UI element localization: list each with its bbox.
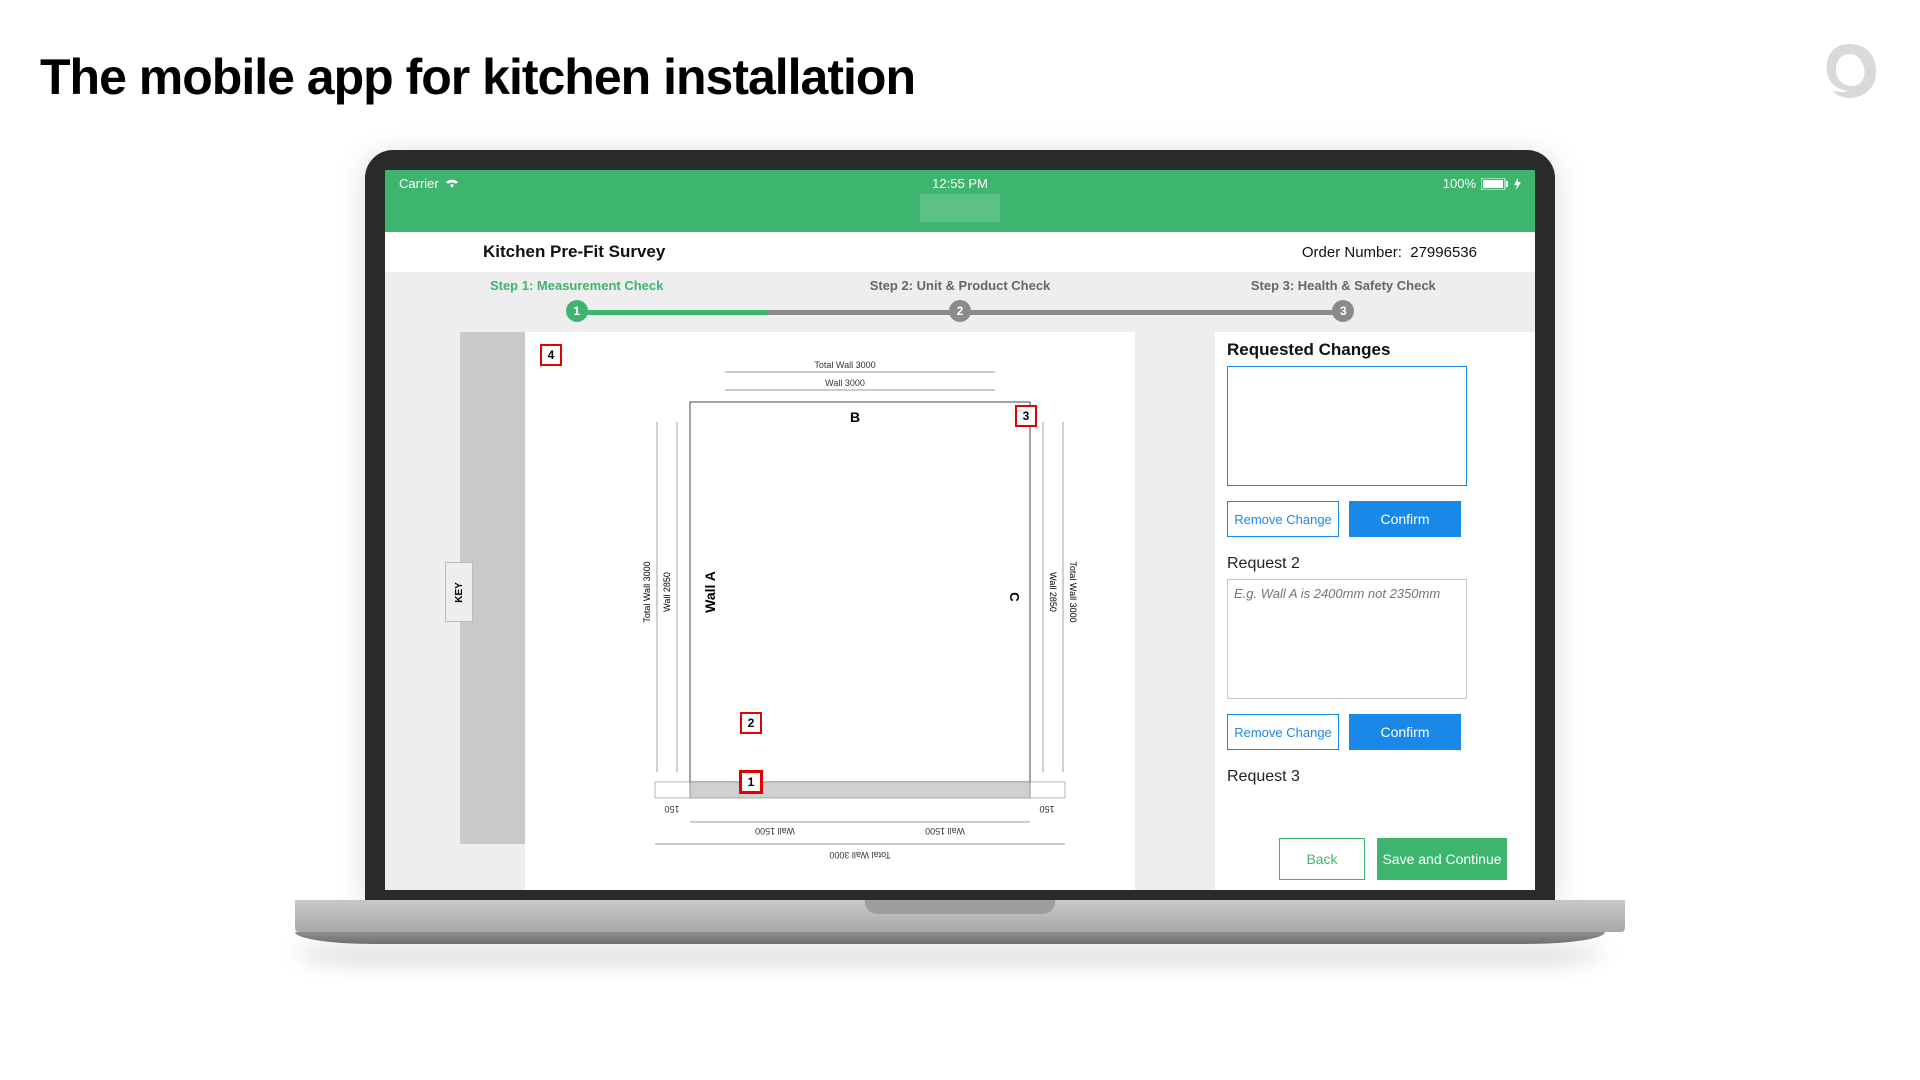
svg-text:150: 150: [664, 804, 679, 814]
content-area: KEY Total Wall 3000 Wall 3000 B Total Wa…: [385, 332, 1535, 890]
order-label: Order Number:: [1302, 244, 1402, 261]
request-2-textarea[interactable]: [1227, 579, 1467, 699]
slide-title: The mobile app for kitchen installation: [40, 48, 915, 106]
svg-text:Wall 1500: Wall 1500: [755, 826, 795, 836]
svg-text:Total Wall 3000: Total Wall 3000: [814, 360, 875, 370]
step-2[interactable]: Step 2: Unit & Product Check 2: [768, 272, 1151, 332]
marker-1[interactable]: 1: [739, 770, 763, 794]
marker-4[interactable]: 4: [540, 344, 562, 366]
svg-text:Total Wall 3000: Total Wall 3000: [642, 561, 652, 622]
step-1[interactable]: Step 1: Measurement Check 1: [385, 272, 768, 332]
carrier-label: Carrier: [399, 176, 439, 191]
side-panel: Requested Changes Remove Change Confirm …: [1215, 332, 1535, 890]
status-time: 12:55 PM: [932, 176, 988, 191]
bolt-icon: [1514, 178, 1521, 190]
battery-label: 100%: [1443, 176, 1476, 191]
leaf-icon: [1814, 36, 1884, 106]
save-continue-button[interactable]: Save and Continue: [1377, 838, 1507, 880]
floor-plan[interactable]: Total Wall 3000 Wall 3000 B Total Wall 3…: [525, 332, 1135, 890]
request-3-label: Request 3: [1227, 768, 1507, 786]
svg-text:C: C: [1007, 592, 1022, 602]
page-title: Kitchen Pre-Fit Survey: [483, 242, 665, 262]
svg-text:Wall A: Wall A: [702, 571, 718, 613]
back-button[interactable]: Back: [1279, 838, 1365, 880]
key-tab[interactable]: KEY: [445, 562, 473, 622]
marker-3[interactable]: 3: [1015, 405, 1037, 427]
remove-change-2-button[interactable]: Remove Change: [1227, 714, 1339, 750]
svg-text:Wall 1500: Wall 1500: [925, 826, 965, 836]
svg-text:150: 150: [1039, 804, 1054, 814]
marker-2[interactable]: 2: [740, 712, 762, 734]
titlebar: Kitchen Pre-Fit Survey Order Number: 279…: [385, 232, 1535, 272]
remove-change-1-button[interactable]: Remove Change: [1227, 501, 1339, 537]
svg-text:B: B: [850, 409, 860, 425]
steps-row: Step 1: Measurement Check 1 Step 2: Unit…: [385, 272, 1535, 332]
svg-text:Wall 3000: Wall 3000: [825, 378, 865, 388]
confirm-1-button[interactable]: Confirm: [1349, 501, 1461, 537]
requested-changes-title: Requested Changes: [1227, 340, 1507, 360]
confirm-2-button[interactable]: Confirm: [1349, 714, 1461, 750]
request-2-label: Request 2: [1227, 555, 1507, 573]
order-number: 27996536: [1410, 244, 1477, 261]
svg-text:Total Wall 3000: Total Wall 3000: [1068, 561, 1078, 622]
battery-icon: [1481, 178, 1509, 190]
svg-text:Wall 2850: Wall 2850: [1048, 572, 1058, 612]
svg-text:Total Wall 3000: Total Wall 3000: [829, 850, 890, 860]
status-bar: Carrier 12:55 PM 100%: [385, 170, 1535, 232]
request-1-textarea[interactable]: [1227, 366, 1467, 486]
wifi-icon: [445, 178, 459, 190]
laptop-mockup: Carrier 12:55 PM 100% Kitchen Pre-Fit Su…: [365, 150, 1555, 944]
app-screen: Carrier 12:55 PM 100% Kitchen Pre-Fit Su…: [385, 170, 1535, 890]
svg-text:Wall 2850: Wall 2850: [662, 572, 672, 612]
step-3[interactable]: Step 3: Health & Safety Check 3: [1152, 272, 1535, 332]
